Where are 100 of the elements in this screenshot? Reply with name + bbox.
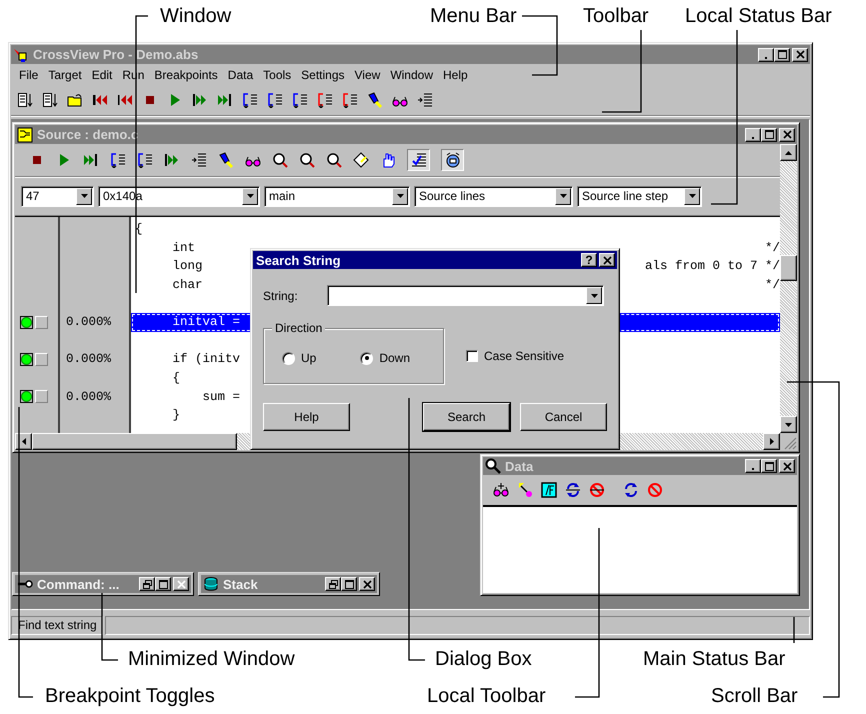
document-arrow-icon[interactable] [42, 92, 58, 108]
menu-item[interactable]: Data [222, 68, 258, 82]
restore-button[interactable] [139, 577, 155, 591]
coverage-percent: 0.000% [65, 390, 112, 404]
scroll-thumb[interactable] [32, 433, 237, 450]
menu-item[interactable]: View [350, 68, 386, 82]
breakpoint-checkbox[interactable] [35, 352, 48, 366]
vertical-scrollbar[interactable] [780, 144, 797, 433]
search-field[interactable] [327, 285, 604, 306]
radio-button[interactable] [360, 352, 374, 364]
magnifier-icon[interactable] [272, 152, 288, 168]
close-icon [362, 580, 372, 588]
scroll-thumb[interactable] [780, 255, 797, 281]
maximize-button[interactable] [341, 577, 357, 591]
breakpoint-toggle[interactable] [20, 390, 33, 404]
menu-item[interactable]: Target [43, 68, 87, 82]
dropdown[interactable]: main [264, 186, 410, 206]
bracket-arrow-icon[interactable] [267, 92, 283, 108]
magnifier-icon[interactable] [299, 152, 315, 168]
dropdown[interactable]: Source line step [577, 186, 702, 206]
magnifier-icon[interactable] [326, 152, 342, 168]
bracket-arrow-icon[interactable] [342, 92, 358, 108]
menu-item[interactable]: Window [385, 68, 438, 82]
tag-icon[interactable] [353, 152, 369, 168]
skip-forward-icon[interactable] [83, 152, 99, 168]
step-icon[interactable] [192, 92, 208, 108]
minimize-icon [750, 468, 756, 470]
close-icon [782, 462, 792, 470]
restore-button[interactable] [325, 577, 341, 591]
close-button[interactable] [792, 48, 808, 62]
maximize-button[interactable] [155, 577, 171, 591]
bracket-arrow-icon[interactable] [137, 152, 153, 168]
breakpoint-toggle[interactable] [20, 316, 33, 329]
prohibited-icon[interactable] [589, 482, 605, 498]
dropdown[interactable]: 47 [21, 186, 94, 206]
skip-forward-icon[interactable] [217, 92, 233, 108]
breakpoint-checkbox[interactable] [35, 390, 48, 404]
toggle-button[interactable] [441, 149, 464, 171]
refresh-icon[interactable] [565, 482, 581, 498]
dropdown[interactable]: Source lines [414, 186, 573, 206]
alarm-clock-icon [444, 152, 460, 168]
close-button[interactable] [779, 459, 795, 473]
code-text: long [172, 259, 203, 274]
maximize-button[interactable] [761, 128, 777, 142]
bracket-arrow-icon[interactable] [292, 92, 308, 108]
scroll-left-button[interactable] [15, 433, 32, 450]
scroll-up-button[interactable] [780, 144, 797, 161]
scroll-right-button[interactable] [763, 433, 780, 450]
help-button[interactable]: ? [581, 253, 597, 267]
menu-item[interactable]: Edit [86, 68, 118, 82]
dropdown-arrow-icon [688, 194, 696, 198]
menu-item[interactable]: Tools [258, 68, 296, 82]
breakpoint-toggle[interactable] [20, 352, 33, 366]
minimize-icon [763, 56, 769, 58]
dialog-button[interactable]: Help [263, 403, 350, 431]
code-comment: */ [764, 278, 780, 292]
flashlight-icon[interactable] [218, 152, 234, 168]
app-icon [13, 46, 29, 62]
function-icon[interactable] [541, 482, 557, 498]
radio-button[interactable] [282, 352, 295, 364]
refresh-icon[interactable] [623, 482, 639, 498]
breakpoint-checkbox[interactable] [35, 316, 48, 329]
group-label: Direction [272, 321, 326, 335]
minimize-button[interactable] [745, 459, 761, 473]
checkbox[interactable] [466, 350, 478, 362]
toggle-button[interactable] [407, 149, 430, 171]
code-text: int [172, 240, 196, 255]
document-arrow-icon[interactable] [17, 92, 33, 108]
bracket-arrow-icon[interactable] [317, 92, 333, 108]
code-comment: */ [764, 240, 780, 255]
menu-item[interactable]: Settings [296, 68, 350, 82]
indent-list-icon[interactable] [417, 92, 433, 108]
code-text: } [172, 408, 180, 422]
folder-icon[interactable] [67, 92, 83, 108]
maximize-button[interactable] [774, 48, 790, 62]
field-label: String: [263, 288, 299, 302]
scroll-down-button[interactable] [780, 416, 797, 433]
maximize-icon [764, 462, 774, 470]
skip-back-icon[interactable] [92, 92, 108, 108]
flashlight-icon[interactable] [367, 92, 383, 108]
minimize-button[interactable] [758, 48, 774, 62]
minimize-button[interactable] [745, 128, 761, 142]
bracket-arrow-icon[interactable] [110, 152, 126, 168]
dialog-button[interactable]: Cancel [520, 403, 607, 431]
rewind-icon[interactable] [117, 92, 133, 108]
indent-list-icon[interactable] [191, 152, 207, 168]
close-button[interactable] [599, 253, 615, 267]
menu-item[interactable]: File [14, 68, 44, 82]
step-icon[interactable] [164, 152, 180, 168]
menu-item[interactable]: Help [438, 68, 473, 82]
close-button[interactable] [779, 128, 795, 142]
dialog-button[interactable]: Search [423, 403, 510, 431]
callout-label: Scroll Bar [711, 684, 798, 708]
menu-item[interactable]: Breakpoints [149, 68, 223, 82]
pointer-icon[interactable] [517, 482, 533, 498]
glasses-icon[interactable] [493, 482, 509, 498]
maximize-button[interactable] [761, 459, 777, 473]
bracket-arrow-icon[interactable] [242, 92, 258, 108]
callout-label: Main Status Bar [643, 647, 786, 671]
close-button[interactable] [359, 577, 375, 591]
